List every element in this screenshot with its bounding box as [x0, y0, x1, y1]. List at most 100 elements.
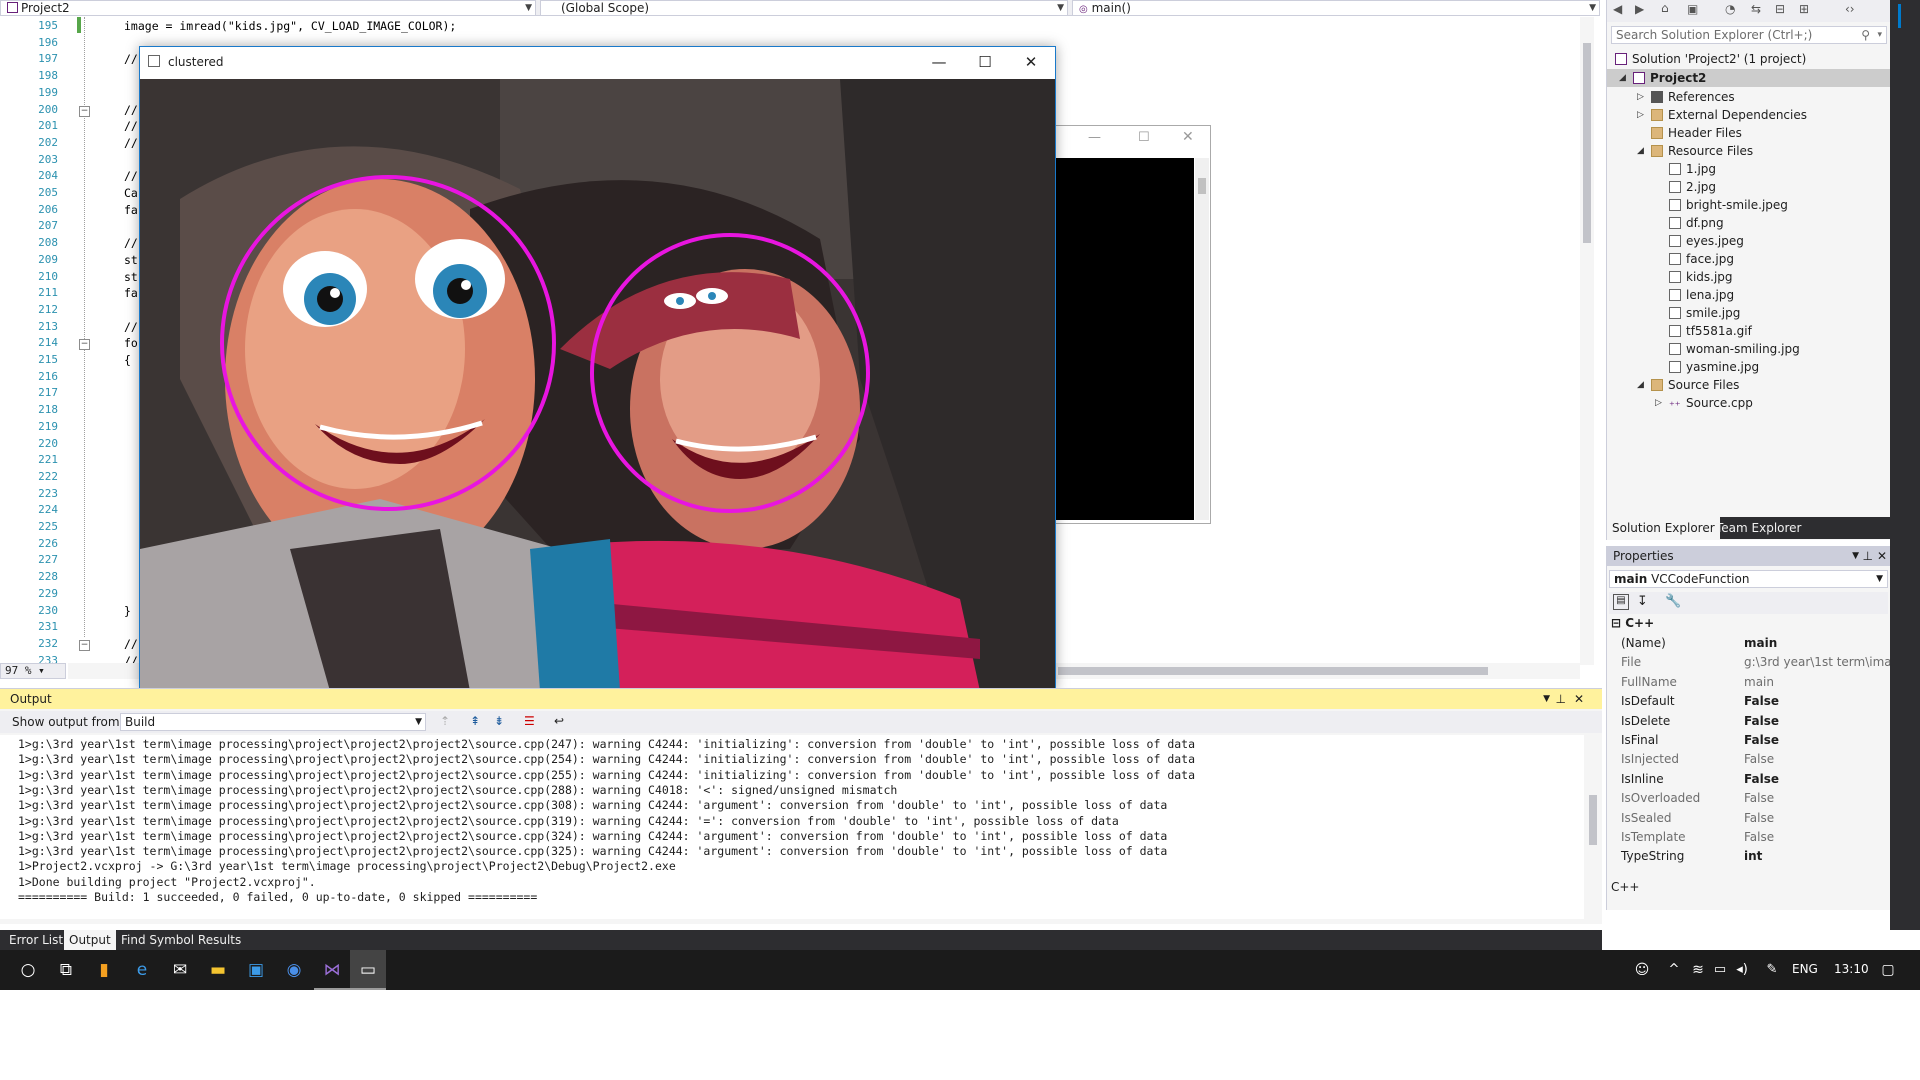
property-value[interactable]: False: [1744, 809, 1890, 828]
word-wrap-icon[interactable]: ↩: [554, 714, 564, 728]
output-text-area[interactable]: 1>g:\3rd year\1st term\image processing\…: [0, 735, 1584, 919]
editor-vertical-scrollbar[interactable]: [1580, 17, 1594, 665]
store-icon[interactable]: ▣: [238, 950, 274, 990]
pen-icon[interactable]: ✎: [1754, 950, 1790, 990]
clock[interactable]: 13:10: [1834, 962, 1869, 976]
expand-arrow-icon[interactable]: ◢: [1637, 146, 1644, 156]
tab-find-symbol-results[interactable]: Find Symbol Results: [116, 930, 246, 950]
close-icon[interactable]: ✕: [1182, 129, 1194, 145]
property-value[interactable]: int: [1744, 847, 1890, 866]
tree-item-solution[interactable]: Solution 'Project2' (1 project): [1615, 50, 1806, 68]
task-view-icon[interactable]: ⧉: [48, 950, 84, 990]
member-dropdown[interactable]: ◎ main() ▼: [1072, 0, 1600, 16]
minimize-button[interactable]: —: [916, 47, 962, 79]
show-all-files-icon[interactable]: ⊞: [1799, 2, 1809, 16]
property-value[interactable]: g:\3rd year\1st term\ima: [1744, 653, 1890, 672]
maximize-icon[interactable]: ☐: [1138, 130, 1150, 145]
history-icon[interactable]: ◔: [1725, 2, 1735, 16]
collapse-region-icon[interactable]: −: [79, 339, 90, 351]
tab-output[interactable]: Output: [64, 930, 116, 950]
clear-all-icon[interactable]: ☰: [524, 714, 535, 728]
close-icon[interactable]: ✕: [1877, 546, 1887, 566]
tree-item-external-dependencies[interactable]: External Dependencies: [1651, 106, 1807, 124]
close-icon[interactable]: ✕: [1574, 689, 1584, 709]
collapse-region-icon[interactable]: −: [79, 639, 90, 651]
solution-explorer-search[interactable]: Search Solution Explorer (Ctrl+;) ⚲ ▾: [1611, 26, 1887, 44]
clustered-image-window[interactable]: clustered — ☐ ✕: [139, 46, 1056, 691]
property-value[interactable]: main: [1744, 673, 1890, 692]
property-row[interactable]: IsDelete False: [1621, 712, 1889, 731]
next-message-icon[interactable]: ⇟: [494, 714, 504, 728]
scrollbar-thumb[interactable]: [1583, 43, 1591, 243]
tree-item-resource[interactable]: bright-smile.jpeg: [1669, 196, 1788, 214]
property-value[interactable]: False: [1744, 789, 1890, 808]
show-output-dropdown[interactable]: Build ▼: [120, 713, 426, 731]
expand-arrow-icon[interactable]: ◢: [1619, 73, 1626, 83]
chart-app-icon[interactable]: ▮: [86, 950, 122, 990]
property-row[interactable]: IsOverloaded False: [1621, 789, 1889, 808]
window-titlebar[interactable]: clustered — ☐ ✕: [140, 47, 1055, 79]
language-indicator[interactable]: ENG: [1792, 962, 1818, 976]
file-explorer-icon[interactable]: ▬: [200, 950, 236, 990]
tree-item-resource-files[interactable]: Resource Files: [1651, 142, 1753, 160]
property-row[interactable]: IsSealed False: [1621, 809, 1889, 828]
mail-icon[interactable]: ✉: [162, 950, 198, 990]
refresh-icon[interactable]: ⇆: [1751, 2, 1761, 16]
home-icon[interactable]: ⌂: [1661, 1, 1669, 15]
find-message-icon[interactable]: ⇡: [440, 714, 450, 728]
scrollbar-thumb[interactable]: [1198, 178, 1206, 194]
collapse-arrow-icon[interactable]: ▷: [1637, 110, 1644, 120]
properties-object-selector[interactable]: main VCCodeFunction ▼: [1609, 570, 1888, 588]
edge-icon[interactable]: e: [124, 950, 160, 990]
property-row[interactable]: TypeString int: [1621, 847, 1889, 866]
tab-team-explorer[interactable]: Team Explorer: [1711, 517, 1807, 539]
close-button[interactable]: ✕: [1008, 47, 1054, 79]
scope-dropdown[interactable]: (Global Scope) ▼: [540, 0, 1068, 16]
property-row[interactable]: IsInjected False: [1621, 750, 1889, 769]
pin-icon[interactable]: ⊥: [1863, 546, 1873, 566]
tree-item-resource[interactable]: df.png: [1669, 214, 1724, 232]
property-row[interactable]: IsInline False: [1621, 770, 1889, 789]
expand-arrow-icon[interactable]: ◢: [1637, 380, 1644, 390]
property-row[interactable]: File g:\3rd year\1st term\ima: [1621, 653, 1890, 672]
collapse-arrow-icon[interactable]: ▷: [1637, 92, 1644, 102]
chevron-down-icon[interactable]: ▾: [1877, 27, 1882, 43]
scrollbar-thumb[interactable]: [1058, 667, 1488, 675]
zoom-level[interactable]: 97 % ▾: [0, 663, 66, 679]
property-value[interactable]: main: [1744, 634, 1890, 653]
tree-item-resource[interactable]: tf5581a.gif: [1669, 322, 1752, 340]
cortana-icon[interactable]: ○: [10, 950, 46, 990]
property-value[interactable]: False: [1744, 712, 1890, 731]
project-dropdown[interactable]: Project2 ▼: [0, 0, 536, 16]
pin-icon[interactable]: ⊥: [1556, 689, 1566, 709]
people-icon[interactable]: ☺: [1624, 950, 1660, 990]
tree-item-resource[interactable]: smile.jpg: [1669, 304, 1740, 322]
sync-icon[interactable]: ▣: [1687, 2, 1698, 16]
collapse-region-icon[interactable]: −: [79, 105, 90, 117]
collapse-all-icon[interactable]: ⊟: [1775, 2, 1785, 16]
property-value[interactable]: False: [1744, 828, 1890, 847]
scrollbar-thumb[interactable]: [1589, 795, 1597, 845]
forward-icon[interactable]: ▶: [1635, 2, 1644, 16]
category-cpp[interactable]: ⊟ C++: [1611, 616, 1654, 630]
tab-error-list[interactable]: Error List: [4, 930, 68, 950]
tree-item-source-files[interactable]: Source Files: [1651, 376, 1739, 394]
chevron-down-icon[interactable]: ▼: [1852, 546, 1859, 566]
output-scrollbar[interactable]: [1586, 735, 1600, 919]
tree-item-project[interactable]: Project2: [1633, 69, 1706, 87]
tree-item-resource[interactable]: face.jpg: [1669, 250, 1734, 268]
chevron-down-icon[interactable]: ▼: [1543, 689, 1550, 709]
collapse-arrow-icon[interactable]: ▷: [1655, 398, 1662, 408]
tree-item-resource[interactable]: eyes.jpeg: [1669, 232, 1744, 250]
action-center-icon[interactable]: ▢: [1870, 950, 1906, 990]
property-value[interactable]: False: [1744, 750, 1890, 769]
tree-item-references[interactable]: References: [1651, 88, 1735, 106]
diagnostic-tools-strip[interactable]: [1890, 0, 1920, 930]
console-window[interactable]: — ☐ ✕: [1053, 125, 1211, 524]
console-scrollbar[interactable]: [1195, 158, 1209, 520]
minimize-icon[interactable]: —: [1088, 130, 1101, 145]
property-value[interactable]: False: [1744, 692, 1890, 711]
tree-item-resource[interactable]: kids.jpg: [1669, 268, 1733, 286]
tree-item-resource[interactable]: yasmine.jpg: [1669, 358, 1759, 376]
search-icon[interactable]: ⚲: [1861, 27, 1870, 43]
